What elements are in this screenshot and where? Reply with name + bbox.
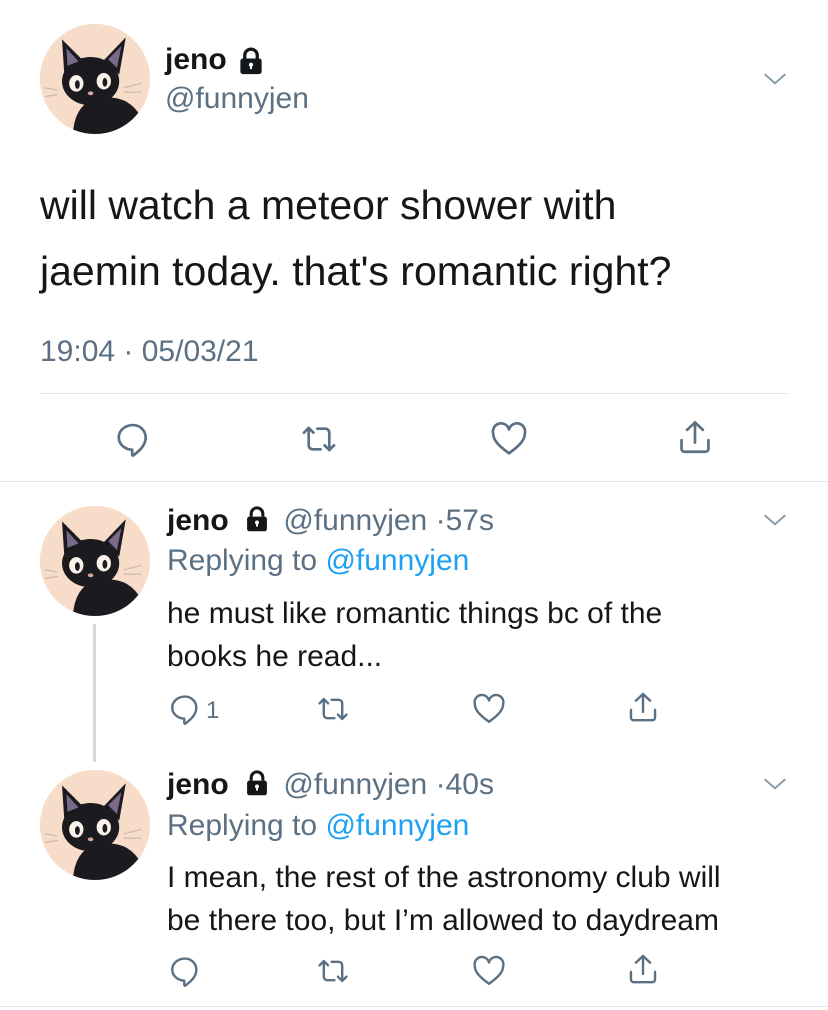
lock-icon bbox=[243, 505, 271, 533]
handle[interactable]: @funnyjen bbox=[165, 81, 309, 117]
handle[interactable]: @funnyjen bbox=[283, 504, 427, 537]
share-icon[interactable] bbox=[676, 418, 714, 456]
avatar[interactable] bbox=[40, 24, 150, 134]
timestamp[interactable]: 40s bbox=[446, 768, 494, 801]
divider bbox=[0, 481, 828, 482]
chevron-down-icon[interactable] bbox=[762, 66, 788, 92]
share-icon[interactable] bbox=[626, 952, 660, 986]
replying-prefix: Replying to bbox=[167, 544, 318, 577]
retweet-icon[interactable] bbox=[316, 954, 350, 988]
lock-icon bbox=[236, 46, 266, 76]
display-name[interactable]: jeno bbox=[167, 768, 229, 801]
separator: · bbox=[435, 504, 446, 537]
display-name[interactable]: jeno bbox=[167, 504, 229, 537]
reply-icon[interactable] bbox=[114, 420, 152, 458]
chevron-down-icon[interactable] bbox=[762, 771, 788, 797]
reply-count: 1 bbox=[206, 697, 220, 724]
timestamp[interactable]: 19:04 · 05/03/21 bbox=[40, 334, 259, 370]
reply-icon[interactable] bbox=[168, 954, 202, 988]
tweet-text-line: be there too, but I’m allowed to daydrea… bbox=[167, 904, 719, 937]
divider bbox=[0, 1006, 828, 1007]
tweet-header: jeno @funnyjen ·40s bbox=[167, 767, 494, 803]
retweet-icon[interactable] bbox=[316, 692, 350, 726]
replying-to: Replying to @funnyjen bbox=[167, 808, 469, 844]
separator: · bbox=[435, 768, 446, 801]
divider bbox=[40, 393, 788, 394]
thread-line bbox=[93, 624, 96, 762]
tweet-text: he must like romantic things bc of the b… bbox=[167, 592, 662, 678]
tweet-text-line: I mean, the rest of the astronomy club w… bbox=[167, 861, 721, 894]
avatar[interactable] bbox=[40, 770, 150, 880]
lock-icon bbox=[243, 769, 271, 797]
share-icon[interactable] bbox=[626, 690, 660, 724]
black-cat-avatar-icon bbox=[40, 506, 150, 616]
avatar[interactable] bbox=[40, 506, 150, 616]
handle[interactable]: @funnyjen bbox=[283, 768, 427, 801]
heart-icon[interactable] bbox=[472, 954, 506, 988]
timestamp[interactable]: 57s bbox=[446, 504, 494, 537]
tweet-text: will watch a meteor shower with jaemin t… bbox=[40, 172, 671, 304]
replying-to-link[interactable]: @funnyjen bbox=[325, 544, 469, 577]
tweet-text-line: he must like romantic things bc of the bbox=[167, 597, 663, 630]
tweet-header: jeno @funnyjen ·57s bbox=[167, 503, 494, 539]
replying-to-link[interactable]: @funnyjen bbox=[325, 809, 469, 842]
tweet-text-line: books he read... bbox=[167, 640, 383, 673]
display-name[interactable]: jeno bbox=[165, 42, 227, 78]
heart-icon[interactable] bbox=[490, 420, 528, 458]
heart-icon[interactable] bbox=[472, 692, 506, 726]
reply-icon[interactable] bbox=[168, 692, 202, 726]
replying-to: Replying to @funnyjen bbox=[167, 543, 469, 579]
tweet-text: I mean, the rest of the astronomy club w… bbox=[167, 856, 721, 942]
black-cat-avatar-icon bbox=[40, 24, 150, 134]
chevron-down-icon[interactable] bbox=[762, 507, 788, 533]
black-cat-avatar-icon bbox=[40, 770, 150, 880]
retweet-icon[interactable] bbox=[300, 420, 338, 458]
replying-prefix: Replying to bbox=[167, 809, 318, 842]
tweet-text-line: will watch a meteor shower with bbox=[40, 182, 617, 228]
tweet-text-line: jaemin today. that's romantic right? bbox=[40, 248, 672, 294]
